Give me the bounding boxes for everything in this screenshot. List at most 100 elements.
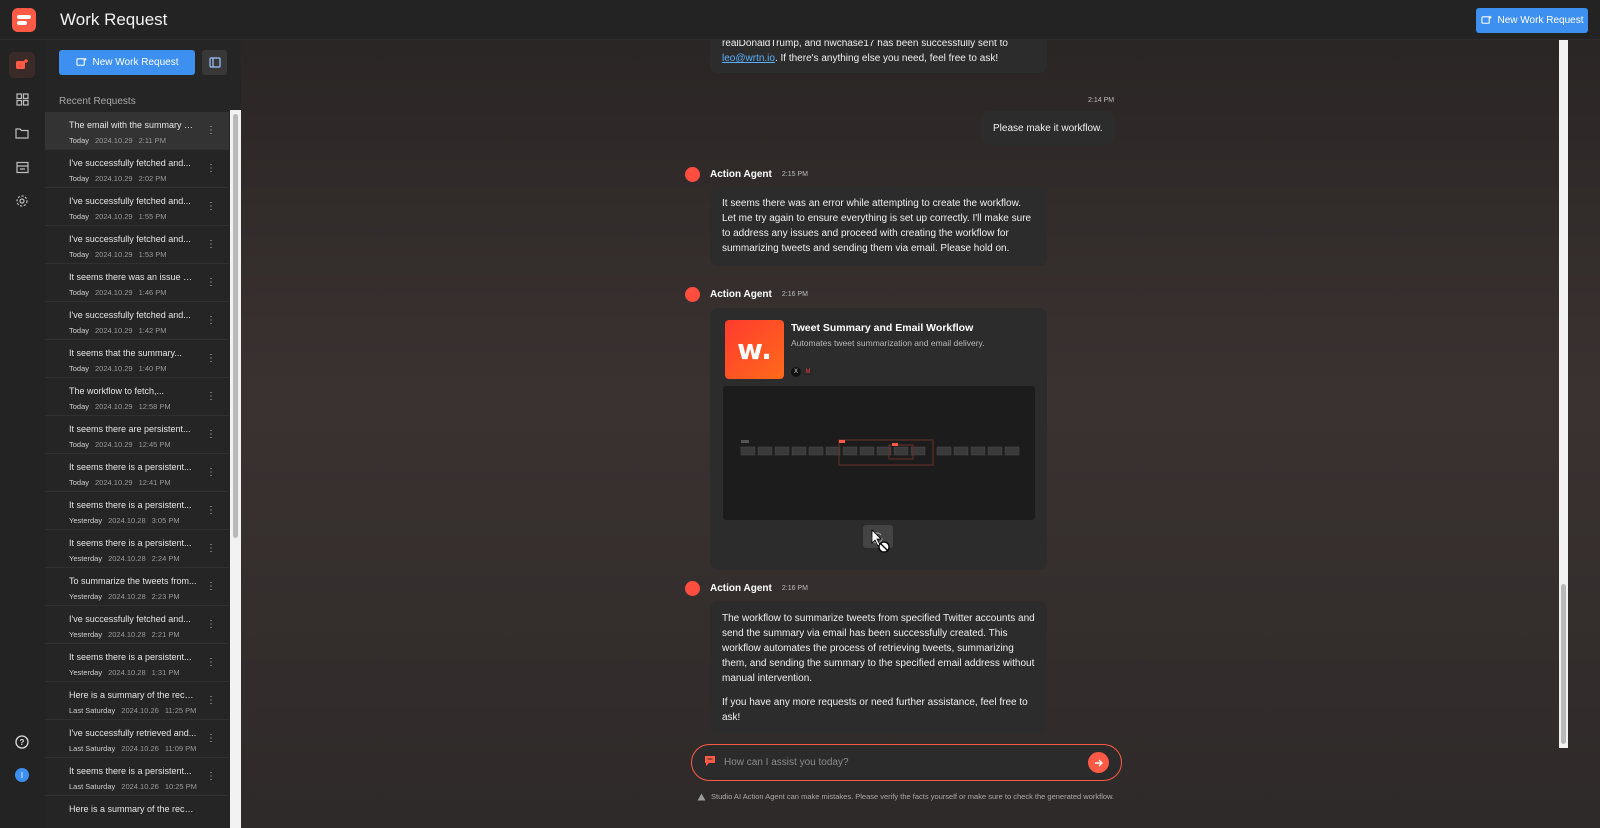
sidebar-new-work-request-button[interactable]: New Work Request [59,50,195,75]
recent-request-item[interactable]: The workflow to fetch,... Today 2024.10.29… [45,378,229,416]
request-date: 2024.10.28 [108,630,146,639]
workflow-description: Automates tweet summarization and email … [791,338,985,348]
gmail-icon: M [803,367,813,377]
request-day: Yesterday [69,516,103,525]
request-time: 1:46 PM [138,288,167,297]
more-options-icon[interactable]: ⋮ [205,200,217,214]
workflow-preview-canvas[interactable] [723,386,1035,520]
agent-message-paragraph: The workflow to summarize tweets from sp… [722,613,1035,684]
recent-request-item[interactable]: I've successfully fetched and... Today 202… [45,226,229,264]
email-link[interactable]: leo@wrtn.io [722,53,775,64]
recent-request-item[interactable]: It seems there is a persistent... Last Sa… [45,758,229,796]
recent-request-item[interactable]: To summarize the tweets from... Yesterday… [45,568,229,606]
send-button[interactable] [1088,752,1109,773]
request-time: 12:58 PM [138,402,171,411]
more-options-icon[interactable]: ⋮ [205,732,217,746]
store-icon[interactable] [9,154,35,180]
more-options-icon[interactable]: ⋮ [205,694,217,708]
request-title: I've successfully fetched and... [69,614,191,624]
request-date: 2024.10.29 [95,326,133,335]
agent-avatar [685,581,700,596]
chat-input[interactable] [724,753,1074,771]
request-meta: Today 2024.10.29 1:42 PM [69,326,167,335]
more-options-icon[interactable]: ⋮ [205,238,217,252]
more-options-icon[interactable]: ⋮ [205,162,217,176]
previous-message-line1: realDonaldTrump, and nwchase17 has been … [722,40,1008,49]
request-meta: Today 2024.10.29 2:02 PM [69,174,167,183]
agent-message-previous: realDonaldTrump, and nwchase17 has been … [710,40,1047,73]
recent-request-item[interactable]: It seems there is a persistent... Today 20… [45,454,229,492]
workflow-logo: w. [725,320,784,379]
app-logo[interactable] [12,8,36,32]
more-options-icon[interactable]: ⋮ [205,770,217,784]
request-time: 3:05 PM [151,516,180,525]
sidebar-scrollbar-thumb[interactable] [233,114,238,538]
recent-request-item[interactable]: It seems there is a persistent... Yesterd… [45,530,229,568]
recent-request-item[interactable]: I've successfully fetched and... Today 202… [45,188,229,226]
previous-message-line2: . If there's anything else you need, fee… [774,53,999,64]
agent-name: Action Agent [710,289,772,300]
more-options-icon[interactable]: ⋮ [205,618,217,632]
recent-request-item[interactable]: It seems there are persistent... Today 202… [45,416,229,454]
chat-bubble-icon [705,756,715,766]
recent-request-item[interactable]: Here is a summary of the rece... Last Sat… [45,682,229,720]
top-bar: Work Request New Work Request [0,0,1600,40]
request-time: 11:25 PM [164,706,197,715]
more-options-icon[interactable]: ⋮ [205,124,217,138]
recent-request-item[interactable]: I've successfully fetched and... Yesterda… [45,606,229,644]
more-options-icon[interactable]: ⋮ [205,580,217,594]
more-options-icon[interactable]: ⋮ [205,428,217,442]
more-options-icon[interactable]: ⋮ [205,656,217,670]
request-time: 1:53 PM [138,250,167,259]
request-title: It seems there is a persistent... [69,766,192,776]
more-options-icon[interactable]: ⋮ [205,466,217,480]
disclaimer: Studio AI Action Agent can make mistakes… [697,792,1114,801]
nav-work-request-icon[interactable] [9,52,35,78]
more-options-icon[interactable]: ⋮ [205,352,217,366]
request-title: The workflow to fetch,... [69,386,165,396]
recent-request-item[interactable]: It seems there was an issue wi... Today 20… [45,264,229,302]
more-options-icon[interactable]: ⋮ [205,390,217,404]
folder-icon[interactable] [9,120,35,146]
request-meta: Today 2024.10.29 1:55 PM [69,212,167,221]
warning-icon [697,793,706,800]
more-options-icon[interactable]: ⋮ [205,542,217,556]
recent-requests-heading: Recent Requests [59,96,136,107]
new-work-request-button[interactable]: New Work Request [1476,8,1588,33]
user-message: Please make it workflow. [981,111,1115,145]
request-day: Today [69,288,90,297]
svg-text:?: ? [20,738,25,747]
recent-request-item[interactable]: It seems there is a persistent... Yesterd… [45,492,229,530]
sidebar-toggle-button[interactable] [202,50,227,75]
request-title: It seems there are persistent... [69,424,191,434]
recent-request-item[interactable]: It seems that the summary... Today 2024.10… [45,340,229,378]
more-options-icon[interactable]: ⋮ [205,504,217,518]
sidebar-new-work-request-label: New Work Request [92,57,179,68]
more-options-icon[interactable]: ⋮ [205,276,217,290]
grid-icon[interactable] [9,86,35,112]
chat-input-box[interactable] [691,744,1122,781]
agent-avatar [685,167,700,182]
request-day: Yesterday [69,668,103,677]
settings-gear-icon[interactable] [9,188,35,214]
recent-request-item[interactable]: I've successfully fetched and... Today 202… [45,302,229,340]
recent-request-item[interactable]: It seems there is a persistent... Yesterd… [45,644,229,682]
chat-scrollbar-thumb[interactable] [1561,584,1566,744]
recent-request-item[interactable]: Here is a summary of the rece... [45,796,229,828]
workflow-card[interactable]: w. Tweet Summary and Email Workflow Auto… [710,308,1047,570]
request-time: 12:41 PM [138,478,171,487]
profile-avatar[interactable]: I [15,768,29,782]
request-day: Today [69,212,90,221]
request-title: I've successfully fetched and... [69,310,191,320]
workflow-title: Tweet Summary and Email Workflow [791,322,974,334]
agent-name: Action Agent [710,583,772,594]
recent-request-item[interactable]: The email with the summary of... Today 202… [45,112,229,150]
recent-request-item[interactable]: I've successfully retrieved and... Last S… [45,720,229,758]
recent-requests-list: The email with the summary of... Today 202… [45,112,229,828]
more-options-icon[interactable]: ⋮ [205,314,217,328]
request-date: 2024.10.26 [121,744,159,753]
request-title: I've successfully fetched and... [69,234,191,244]
agent-message-time: 2:15 PM [781,171,808,178]
recent-request-item[interactable]: I've successfully fetched and... Today 202… [45,150,229,188]
help-icon[interactable]: ? [9,729,35,755]
